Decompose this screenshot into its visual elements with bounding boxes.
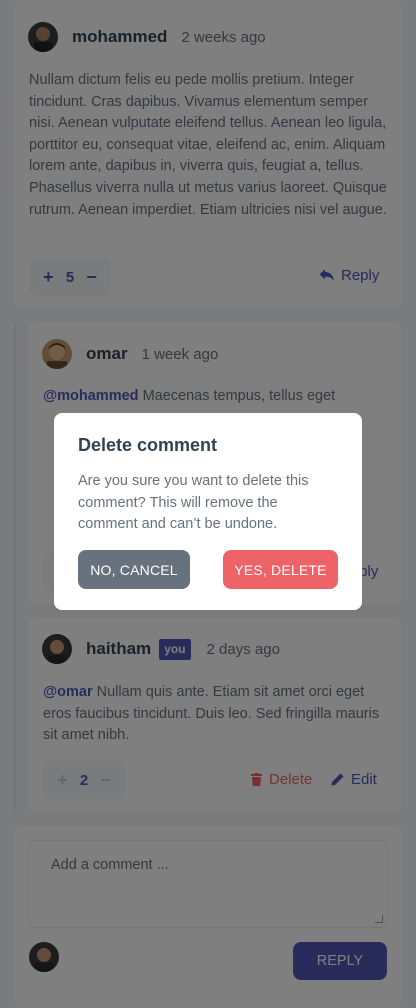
delete-confirm-dialog: Delete comment Are you sure you want to … bbox=[54, 413, 362, 610]
confirm-delete-button[interactable]: YES, DELETE bbox=[223, 550, 338, 589]
dialog-message: Are you sure you want to delete this com… bbox=[78, 473, 309, 532]
dialog-title: Delete comment bbox=[78, 435, 218, 455]
cancel-button[interactable]: NO, CANCEL bbox=[78, 550, 190, 589]
